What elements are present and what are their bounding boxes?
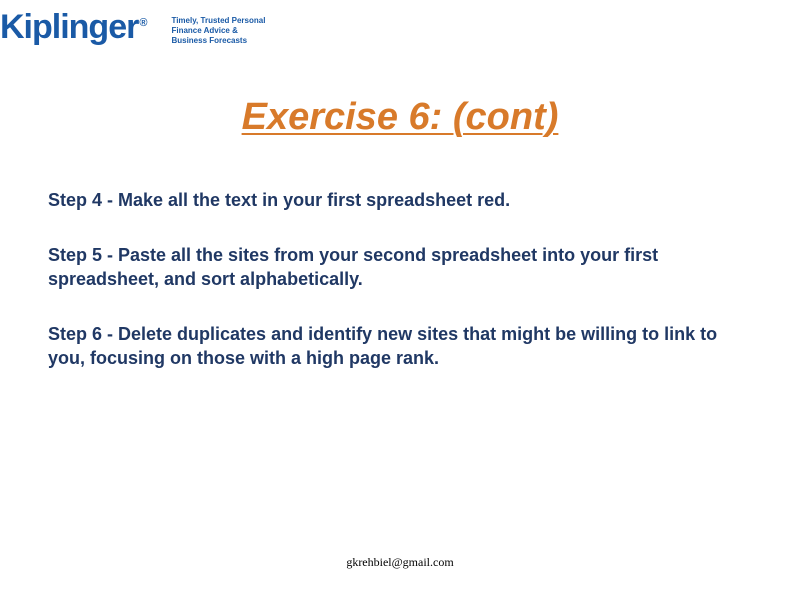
footer-email: gkrehbiel@gmail.com bbox=[0, 555, 800, 570]
logo-registered: ® bbox=[139, 17, 147, 29]
content-body: Step 4 - Make all the text in your first… bbox=[0, 139, 800, 370]
brand-tagline: Timely, Trusted Personal Finance Advice … bbox=[171, 16, 271, 46]
header: Kiplinger® Timely, Trusted Personal Fina… bbox=[0, 0, 800, 46]
step-5: Step 5 - Paste all the sites from your s… bbox=[48, 244, 752, 291]
step-6: Step 6 - Delete duplicates and identify … bbox=[48, 323, 752, 370]
slide-title: Exercise 6: (cont) bbox=[0, 96, 800, 139]
brand-logo: Kiplinger® bbox=[0, 10, 147, 44]
logo-text: Kiplinger bbox=[0, 8, 138, 46]
step-4: Step 4 - Make all the text in your first… bbox=[48, 189, 752, 212]
